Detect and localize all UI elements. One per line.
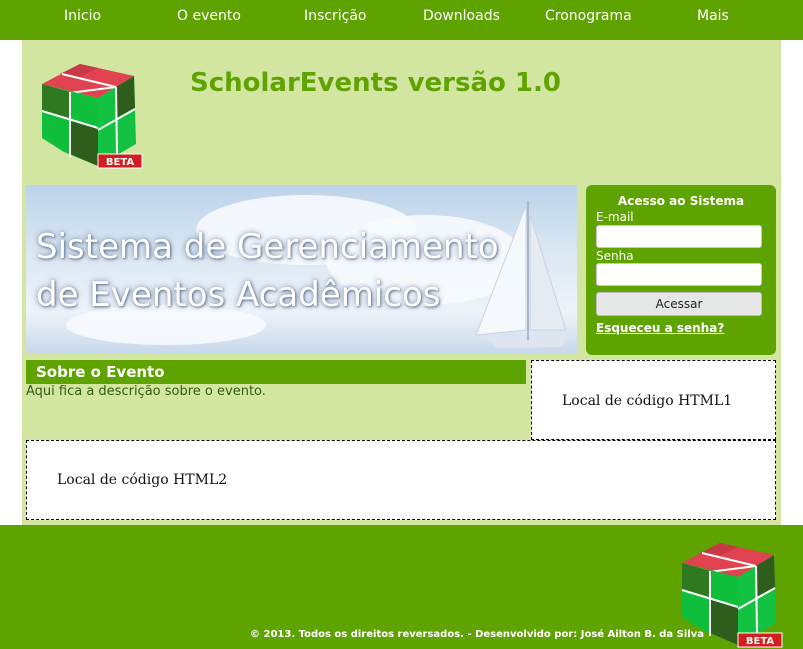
html-block-2: Local de código HTML2 [26, 440, 776, 520]
html-block-1: Local de código HTML1 [531, 360, 776, 440]
login-title: Acesso ao Sistema [617, 194, 745, 208]
page-margin-left [0, 40, 22, 525]
banner-heading-line2: de Eventos Acadêmicos [36, 275, 441, 315]
forgot-password-link[interactable]: Esqueceu a senha? [596, 321, 724, 335]
sobre-description: Aqui fica a descrição sobre o evento. [26, 384, 266, 399]
email-field[interactable] [596, 225, 762, 248]
nav-item-downloads[interactable]: Downloads [423, 8, 500, 24]
nav-item-inicio[interactable]: Inicio [64, 8, 101, 24]
page-content: BETA ScholarEvents versão 1.0 Sistema de… [22, 40, 781, 525]
html-block-2-text: Local de código HTML2 [57, 472, 228, 488]
email-label: E-mail [596, 210, 634, 224]
sailboat-illustration [475, 201, 571, 348]
footer-beta-badge: BETA [746, 636, 774, 647]
hero-banner: Sistema de Gerenciamento de Eventos Acad… [26, 185, 577, 354]
nav-item-mais[interactable]: Mais [697, 8, 729, 24]
sobre-header: Sobre o Evento [26, 360, 526, 384]
nav-item-inscricao[interactable]: Inscrição [304, 8, 366, 24]
beta-badge: BETA [106, 157, 134, 168]
nav-item-cronograma[interactable]: Cronograma [545, 8, 632, 24]
sobre-title: Sobre o Evento [36, 363, 165, 381]
banner-heading-line1: Sistema de Gerenciamento [36, 227, 499, 267]
top-nav: Inicio O evento Inscrição Downloads Cron… [0, 0, 803, 40]
login-submit-button[interactable]: Acessar [596, 292, 762, 316]
site-title: ScholarEvents versão 1.0 [190, 68, 561, 98]
login-panel: Acesso ao Sistema E-mail Senha Acessar E… [586, 185, 776, 355]
cube-logo[interactable]: BETA [38, 54, 144, 170]
nav-item-o-evento[interactable]: O evento [177, 8, 241, 24]
page-margin-right [781, 40, 803, 525]
password-label: Senha [596, 249, 634, 263]
footer: BETA © 2013. Todos os direitos reversado… [0, 525, 803, 648]
password-field[interactable] [596, 263, 762, 286]
footer-copyright: © 2013. Todos os direitos reversados. - … [250, 629, 704, 640]
html-block-1-text: Local de código HTML1 [562, 393, 733, 409]
